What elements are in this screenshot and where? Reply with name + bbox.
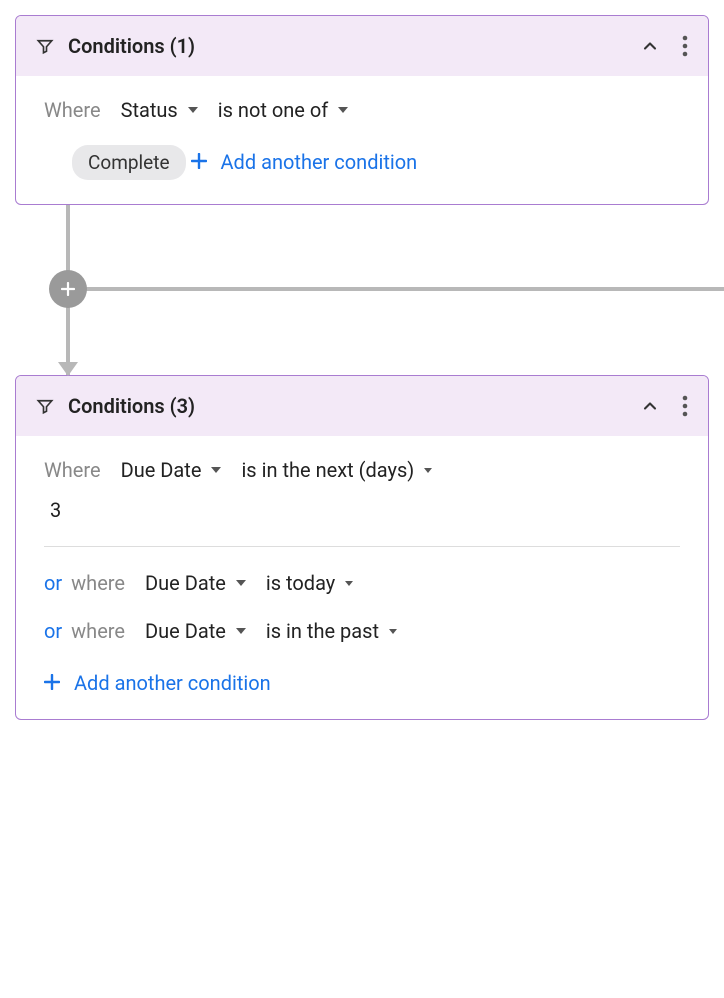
field-dropdown[interactable]: Status — [121, 98, 198, 122]
operator-label: is not one of — [218, 98, 328, 122]
caret-down-icon — [188, 107, 198, 113]
add-node-button[interactable] — [49, 270, 87, 308]
more-menu[interactable] — [682, 35, 688, 57]
field-label: Status — [121, 98, 178, 122]
card-title: Conditions (3) — [68, 394, 195, 418]
caret-down-icon — [236, 628, 246, 634]
caret-down-icon — [389, 629, 397, 634]
condition-row: or where Due Date is today — [44, 571, 680, 595]
value-input[interactable]: 3 — [48, 494, 680, 532]
condition-row: or where Due Date is in the past — [44, 619, 680, 643]
divider — [44, 546, 680, 547]
add-condition-label: Add another condition — [221, 150, 418, 174]
operator-dropdown[interactable]: is today — [266, 571, 353, 595]
add-condition-label: Add another condition — [74, 671, 271, 695]
conditions-card-1: Conditions (1) Where Status is not o — [15, 15, 709, 205]
or-prefix: or where — [44, 571, 125, 595]
field-label: Due Date — [145, 619, 226, 643]
filter-icon — [36, 397, 54, 415]
caret-down-icon — [424, 468, 432, 473]
plus-icon — [44, 671, 60, 695]
card-body: Where Due Date is in the next (days) 3 o… — [16, 436, 708, 719]
operator-label: is in the past — [266, 619, 379, 643]
caret-down-icon — [338, 107, 348, 113]
card-title: Conditions (1) — [68, 34, 195, 58]
value-chip[interactable]: Complete — [72, 145, 186, 180]
field-dropdown[interactable]: Due Date — [145, 619, 246, 643]
caret-down-icon — [211, 467, 221, 473]
where-label: where — [71, 571, 125, 595]
card-body: Where Status is not one of Complete Add … — [16, 76, 708, 204]
or-prefix: or where — [44, 619, 125, 643]
condition-row: Where Status is not one of — [44, 98, 680, 122]
caret-down-icon — [345, 581, 353, 586]
add-condition-button[interactable]: Add another condition — [191, 150, 418, 174]
plus-icon — [191, 150, 207, 174]
where-prefix: Where — [44, 458, 101, 482]
arrow-down-icon — [58, 362, 78, 376]
or-label: or — [44, 571, 62, 595]
connector-line-horizontal — [66, 287, 724, 291]
more-menu[interactable] — [682, 395, 688, 417]
or-label: or — [44, 619, 62, 643]
field-label: Due Date — [145, 571, 226, 595]
collapse-toggle[interactable] — [640, 36, 660, 56]
card-header: Conditions (3) — [16, 376, 708, 436]
flow-connector — [49, 205, 709, 375]
operator-label: is in the next (days) — [241, 458, 414, 482]
field-dropdown[interactable]: Due Date — [121, 458, 222, 482]
conditions-card-2: Conditions (3) Where Due Date is in — [15, 375, 709, 720]
where-prefix: Where — [44, 98, 101, 122]
field-dropdown[interactable]: Due Date — [145, 571, 246, 595]
operator-dropdown[interactable]: is not one of — [218, 98, 348, 122]
caret-down-icon — [236, 580, 246, 586]
condition-row: Where Due Date is in the next (days) — [44, 458, 680, 482]
filter-icon — [36, 37, 54, 55]
operator-dropdown[interactable]: is in the past — [266, 619, 397, 643]
collapse-toggle[interactable] — [640, 396, 660, 416]
add-condition-button[interactable]: Add another condition — [44, 671, 271, 695]
operator-label: is today — [266, 571, 335, 595]
operator-dropdown[interactable]: is in the next (days) — [241, 458, 432, 482]
where-label: where — [71, 619, 125, 643]
card-header: Conditions (1) — [16, 16, 708, 76]
field-label: Due Date — [121, 458, 202, 482]
